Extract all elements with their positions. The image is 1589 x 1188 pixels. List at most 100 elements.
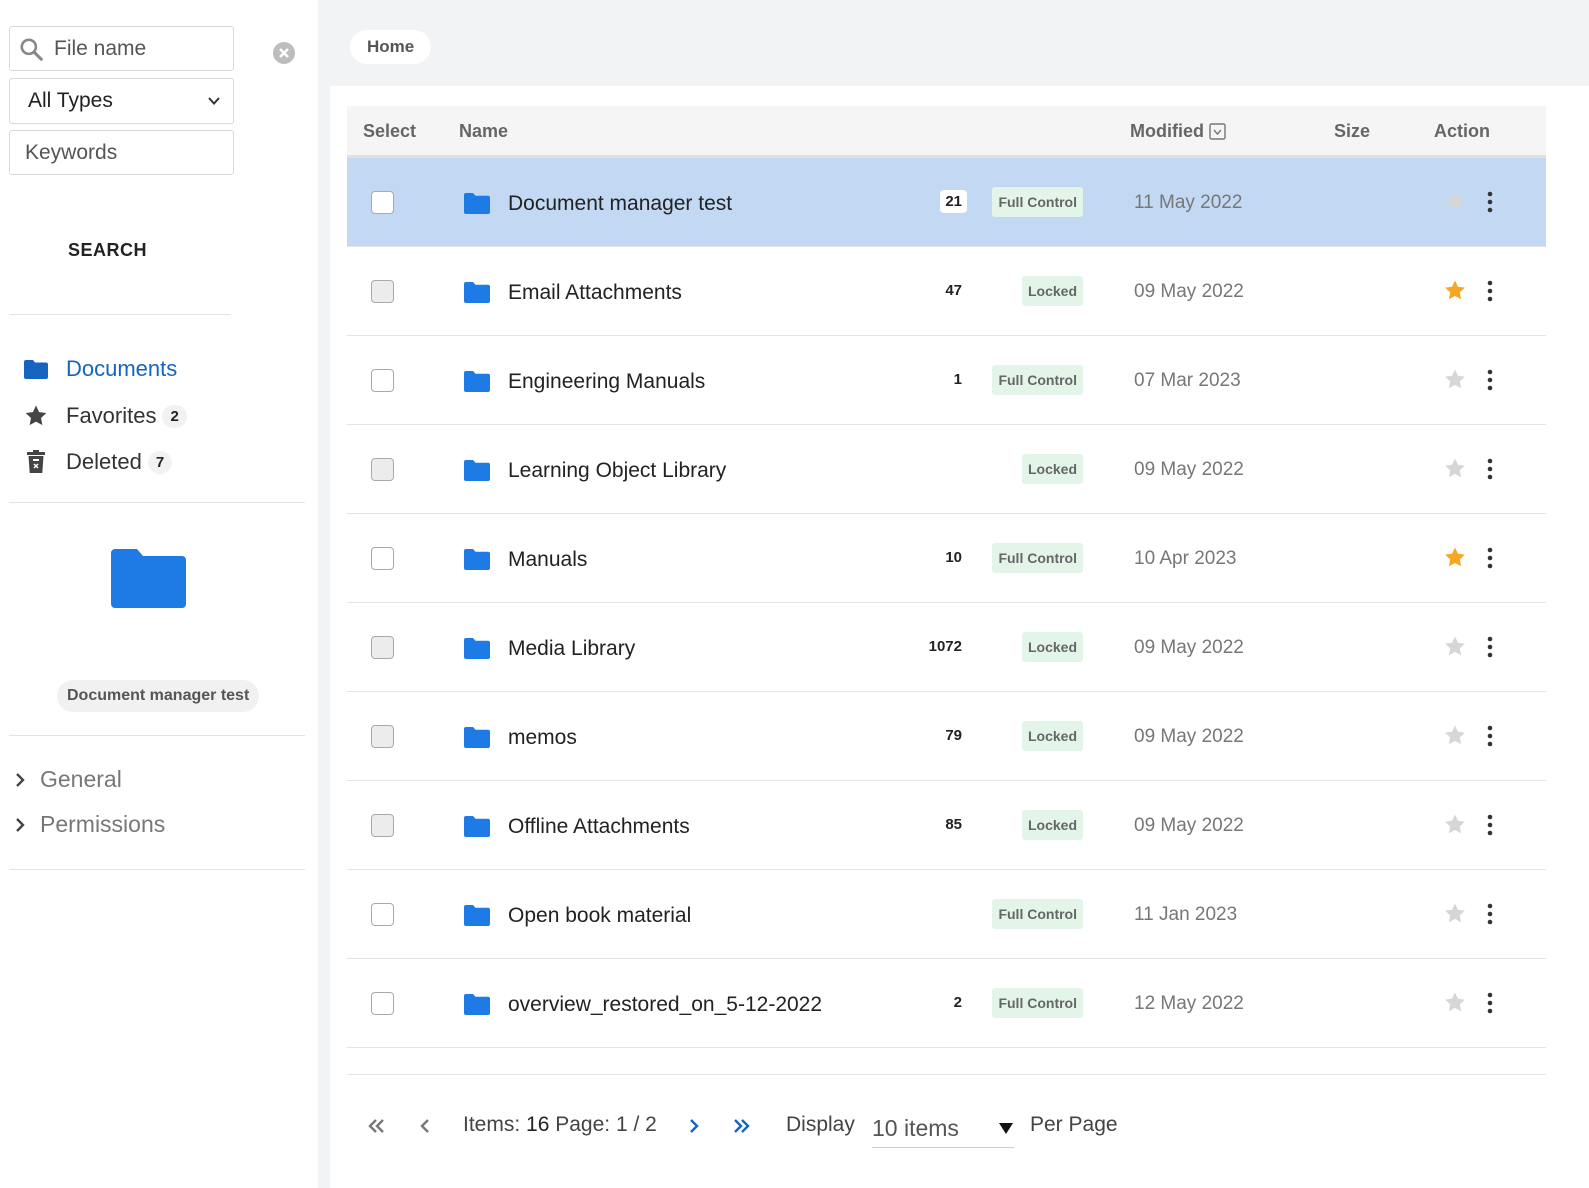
more-actions-icon[interactable]	[1481, 368, 1499, 392]
table-row[interactable]: Manuals 10 Full Control 10 Apr 2023	[347, 514, 1546, 603]
keywords-field[interactable]	[9, 130, 234, 175]
table-row[interactable]: Open book material Full Control 11 Jan 202…	[347, 870, 1546, 959]
next-page-icon[interactable]	[683, 1115, 705, 1137]
modified-date: 09 May 2022	[1134, 459, 1244, 480]
favorite-star-icon[interactable]	[1443, 546, 1467, 569]
folder-icon	[464, 727, 490, 748]
folder-name[interactable]: Email Attachments	[508, 281, 682, 305]
row-checkbox[interactable]	[371, 636, 394, 659]
folder-icon	[464, 371, 490, 392]
clear-search-icon[interactable]	[272, 41, 296, 65]
header-name[interactable]: Name	[459, 121, 508, 142]
nav-favorites[interactable]: Favorites 2	[22, 403, 187, 429]
favorite-star-icon[interactable]	[1443, 635, 1467, 658]
more-actions-icon[interactable]	[1481, 546, 1499, 570]
folder-name[interactable]: overview_restored_on_5-12-2022	[508, 993, 822, 1017]
folder-name[interactable]: Document manager test	[508, 192, 732, 216]
row-checkbox[interactable]	[371, 992, 394, 1015]
more-actions-icon[interactable]	[1481, 635, 1499, 659]
table-row[interactable]: Media Library 1072 Locked 09 May 2022	[347, 603, 1546, 692]
table-row[interactable]: memos 79 Locked 09 May 2022	[347, 692, 1546, 781]
more-actions-icon[interactable]	[1481, 991, 1499, 1015]
more-actions-icon[interactable]	[1481, 902, 1499, 926]
more-actions-icon[interactable]	[1481, 724, 1499, 748]
header-modified-label: Modified	[1130, 121, 1204, 141]
sort-desc-icon[interactable]	[1209, 123, 1226, 140]
row-checkbox[interactable]	[371, 280, 394, 303]
folder-name[interactable]: Open book material	[508, 904, 691, 928]
favorite-star-icon[interactable]	[1443, 991, 1467, 1014]
permission-badge: Full Control	[992, 543, 1083, 573]
more-actions-icon[interactable]	[1481, 813, 1499, 837]
folder-name[interactable]: Learning Object Library	[508, 459, 726, 483]
nav-deleted[interactable]: Deleted 7	[22, 449, 173, 475]
folder-name[interactable]: Engineering Manuals	[508, 370, 705, 394]
per-page-value: 10 items	[872, 1114, 959, 1141]
favorite-star-icon[interactable]	[1443, 368, 1467, 391]
row-checkbox[interactable]	[371, 191, 394, 214]
row-checkbox[interactable]	[371, 814, 394, 837]
folder-name[interactable]: memos	[508, 726, 577, 750]
per-page-select[interactable]: 10 items	[872, 1105, 1014, 1148]
header-modified[interactable]: Modified	[1130, 121, 1226, 142]
table-row[interactable]: Engineering Manuals 1 Full Control 07 Mar 2…	[347, 336, 1546, 425]
pagination-status: Items: 16 Page: 1 / 2	[463, 1113, 657, 1137]
pagination: Items: 16 Page: 1 / 2 Display 10 items P…	[347, 1074, 1546, 1174]
more-actions-icon[interactable]	[1481, 457, 1499, 481]
folder-icon	[464, 193, 490, 214]
last-page-icon[interactable]	[731, 1115, 753, 1137]
row-checkbox[interactable]	[371, 725, 394, 748]
file-name-input[interactable]	[54, 36, 224, 61]
folder-name[interactable]: Manuals	[508, 548, 587, 572]
favorite-star-icon[interactable]	[1443, 724, 1467, 747]
table-row[interactable]: Document manager test 21 Full Control 11 Ma…	[347, 158, 1546, 247]
modified-date: 10 Apr 2023	[1134, 548, 1237, 569]
more-actions-icon[interactable]	[1481, 190, 1499, 214]
folder-icon	[464, 282, 490, 303]
table-row[interactable]: Offline Attachments 85 Locked 09 May 2022	[347, 781, 1546, 870]
table-row[interactable]: Email Attachments 47 Locked 09 May 2022	[347, 247, 1546, 336]
folder-icon	[464, 994, 490, 1015]
item-count-badge: 10	[945, 549, 962, 566]
folder-name[interactable]: Offline Attachments	[508, 815, 690, 839]
permission-badge: Locked	[1021, 632, 1083, 662]
header-size[interactable]: Size	[1334, 121, 1370, 142]
header-select: Select	[363, 121, 417, 141]
table-row[interactable]: overview_restored_on_5-12-2022 2 Full Cont…	[347, 959, 1546, 1048]
divider	[9, 869, 305, 870]
row-checkbox[interactable]	[371, 547, 394, 570]
row-checkbox[interactable]	[371, 903, 394, 926]
first-page-icon[interactable]	[365, 1115, 387, 1137]
items-label: Items:	[463, 1113, 521, 1136]
folder-icon	[464, 460, 490, 481]
permission-badge: Full Control	[992, 899, 1083, 929]
table-header: Select Name Modified Size Action	[347, 106, 1546, 158]
modified-date: 07 Mar 2023	[1134, 370, 1241, 391]
favorite-star-icon[interactable]	[1443, 279, 1467, 302]
nav-deleted-label: Deleted	[66, 449, 142, 474]
type-select[interactable]: All Types	[9, 78, 234, 124]
section-general[interactable]: General	[12, 766, 122, 793]
table-row[interactable]: Learning Object Library Locked 09 May 2022	[347, 425, 1546, 514]
favorite-star-icon[interactable]	[1443, 190, 1467, 213]
file-name-search-field[interactable]	[9, 26, 234, 71]
folder-name[interactable]: Media Library	[508, 637, 635, 661]
folder-icon	[464, 905, 490, 926]
more-actions-icon[interactable]	[1481, 279, 1499, 303]
nav-documents[interactable]: Documents	[22, 356, 177, 382]
breadcrumb-home[interactable]: Home	[350, 30, 432, 64]
keywords-input[interactable]	[25, 140, 195, 165]
item-count-badge: 1072	[928, 638, 962, 655]
search-button[interactable]: SEARCH	[68, 240, 147, 261]
file-table: Select Name Modified Size Action Documen…	[347, 106, 1546, 1048]
favorites-count-badge: 2	[162, 404, 187, 428]
row-checkbox[interactable]	[371, 458, 394, 481]
prev-page-icon[interactable]	[414, 1115, 436, 1137]
nav-favorites-label: Favorites	[66, 403, 157, 428]
favorite-star-icon[interactable]	[1443, 902, 1467, 925]
favorite-star-icon[interactable]	[1443, 457, 1467, 480]
favorite-star-icon[interactable]	[1443, 813, 1467, 836]
row-checkbox[interactable]	[371, 369, 394, 392]
section-permissions[interactable]: Permissions	[12, 811, 165, 838]
section-general-label: General	[40, 766, 122, 792]
